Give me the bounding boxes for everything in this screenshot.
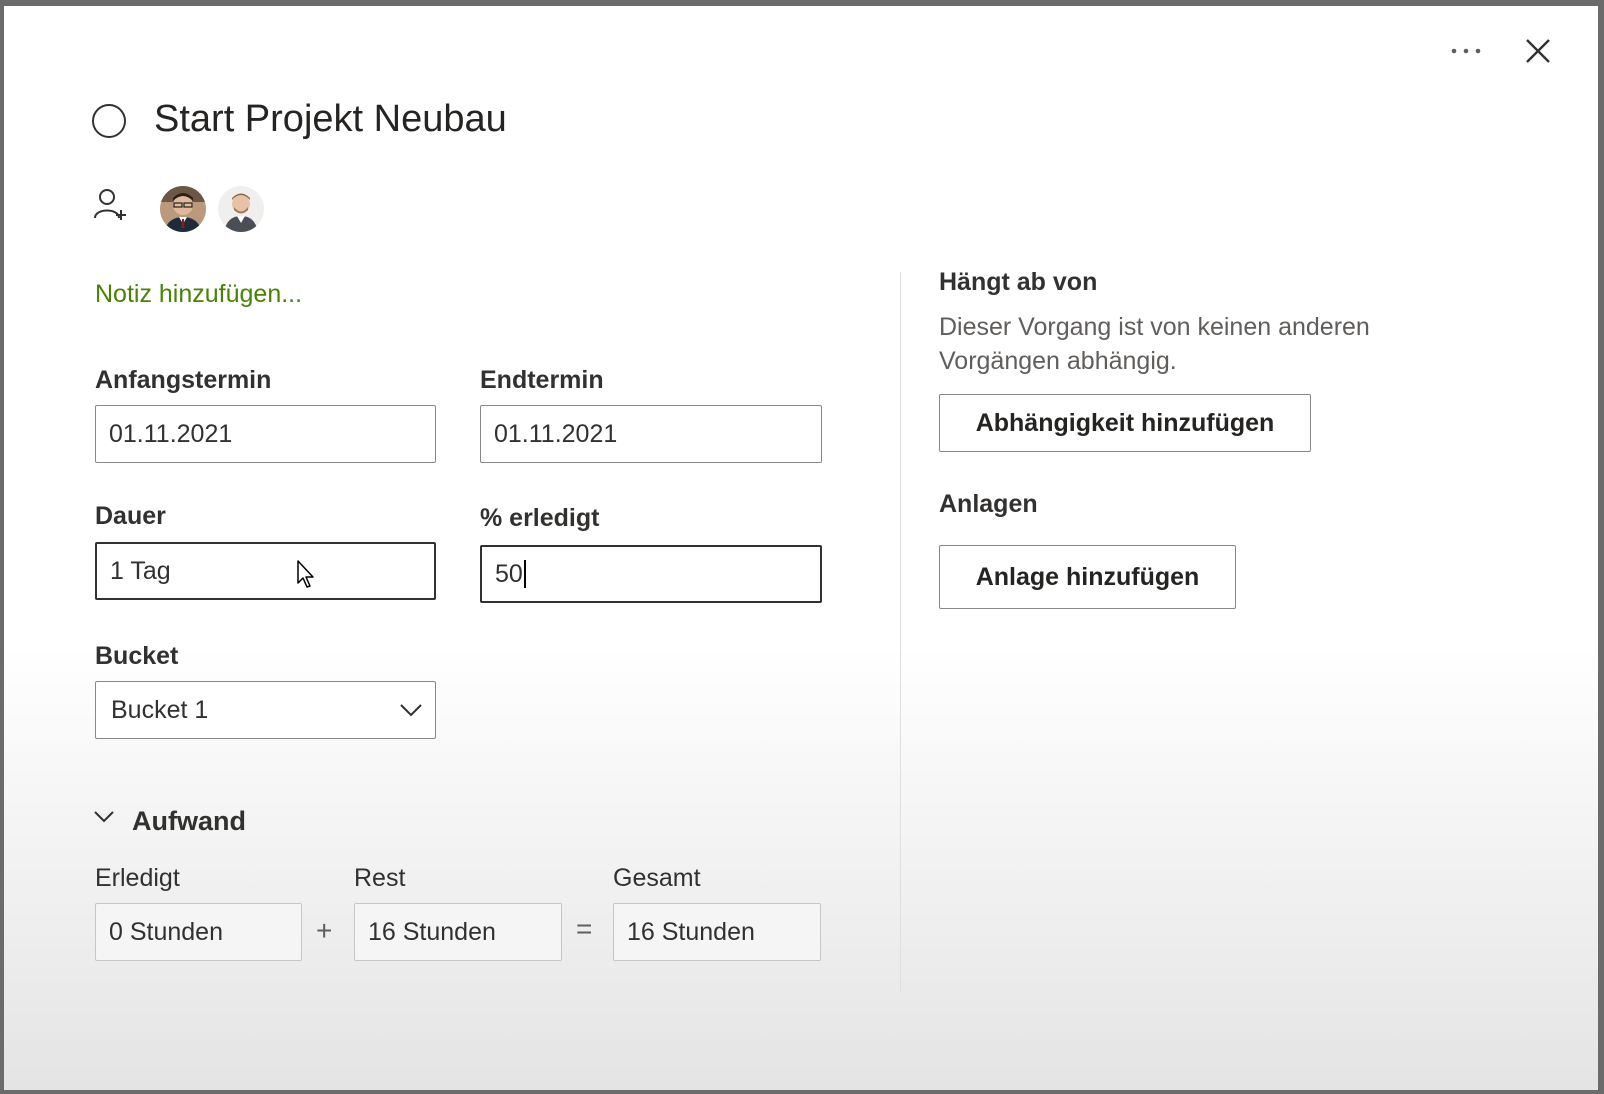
- avatar[interactable]: [218, 186, 264, 232]
- equals-sign: =: [576, 913, 593, 944]
- chevron-down-icon[interactable]: [92, 806, 118, 830]
- duration-field[interactable]: 1 Tag: [95, 542, 436, 600]
- effort-done-label: Erledigt: [95, 864, 180, 892]
- start-date-value: 01.11.2021: [109, 419, 233, 448]
- attachments-title: Anlagen: [939, 490, 1038, 518]
- effort-total-label: Gesamt: [613, 864, 701, 892]
- effort-rest-label: Rest: [354, 864, 406, 892]
- complete-task-checkbox[interactable]: [92, 104, 126, 138]
- duration-value: 1 Tag: [110, 556, 171, 585]
- end-date-field[interactable]: 01.11.2021: [480, 405, 822, 463]
- user-avatar-image: [218, 186, 264, 232]
- task-title[interactable]: Start Projekt Neubau: [154, 98, 507, 141]
- start-date-label: Anfangstermin: [95, 366, 272, 394]
- assign-button[interactable]: [92, 186, 132, 226]
- effort-done-value: 0 Stunden: [109, 917, 223, 946]
- person-add-icon: [94, 189, 126, 220]
- effort-total-field: 16 Stunden: [613, 903, 821, 961]
- column-divider: [900, 272, 901, 992]
- start-date-field[interactable]: 01.11.2021: [95, 405, 436, 463]
- end-date-label: Endtermin: [480, 366, 604, 394]
- end-date-value: 01.11.2021: [494, 419, 618, 448]
- mouse-cursor-icon: [297, 560, 314, 588]
- effort-section-label[interactable]: Aufwand: [132, 806, 246, 837]
- dependencies-description: Dieser Vorgang ist von keinen anderen Vo…: [939, 313, 1370, 375]
- add-attachment-button[interactable]: Anlage hinzufügen: [939, 545, 1236, 609]
- percent-complete-label: % erledigt: [480, 504, 600, 532]
- plus-sign: +: [316, 915, 333, 946]
- bucket-dropdown[interactable]: Bucket 1: [95, 681, 436, 739]
- effort-done-field[interactable]: 0 Stunden: [95, 903, 302, 961]
- chevron-down-icon: [400, 704, 422, 717]
- duration-label: Dauer: [95, 502, 166, 530]
- task-details-dialog: Start Projekt Neubau Notiz hinzufügen...…: [4, 6, 1598, 1090]
- text-caret: [523, 560, 526, 588]
- effort-rest-field[interactable]: 16 Stunden: [354, 903, 562, 961]
- more-options-button[interactable]: [1446, 30, 1486, 70]
- add-note-link[interactable]: Notiz hinzufügen...: [95, 280, 302, 309]
- close-button[interactable]: [1518, 30, 1558, 70]
- effort-rest-value: 16 Stunden: [368, 917, 496, 946]
- percent-complete-field[interactable]: 50: [480, 545, 822, 603]
- bucket-value: Bucket 1: [111, 695, 209, 724]
- more-horizontal-icon: [1451, 48, 1481, 54]
- add-dependency-button[interactable]: Abhängigkeit hinzufügen: [939, 394, 1311, 452]
- bucket-label: Bucket: [95, 642, 179, 670]
- dependencies-title: Hängt ab von: [939, 268, 1098, 296]
- avatar[interactable]: [160, 186, 206, 232]
- effort-total-value: 16 Stunden: [627, 917, 755, 946]
- user-avatar-image: [160, 186, 206, 232]
- close-icon: [1526, 39, 1550, 63]
- percent-complete-value: 50: [495, 559, 523, 588]
